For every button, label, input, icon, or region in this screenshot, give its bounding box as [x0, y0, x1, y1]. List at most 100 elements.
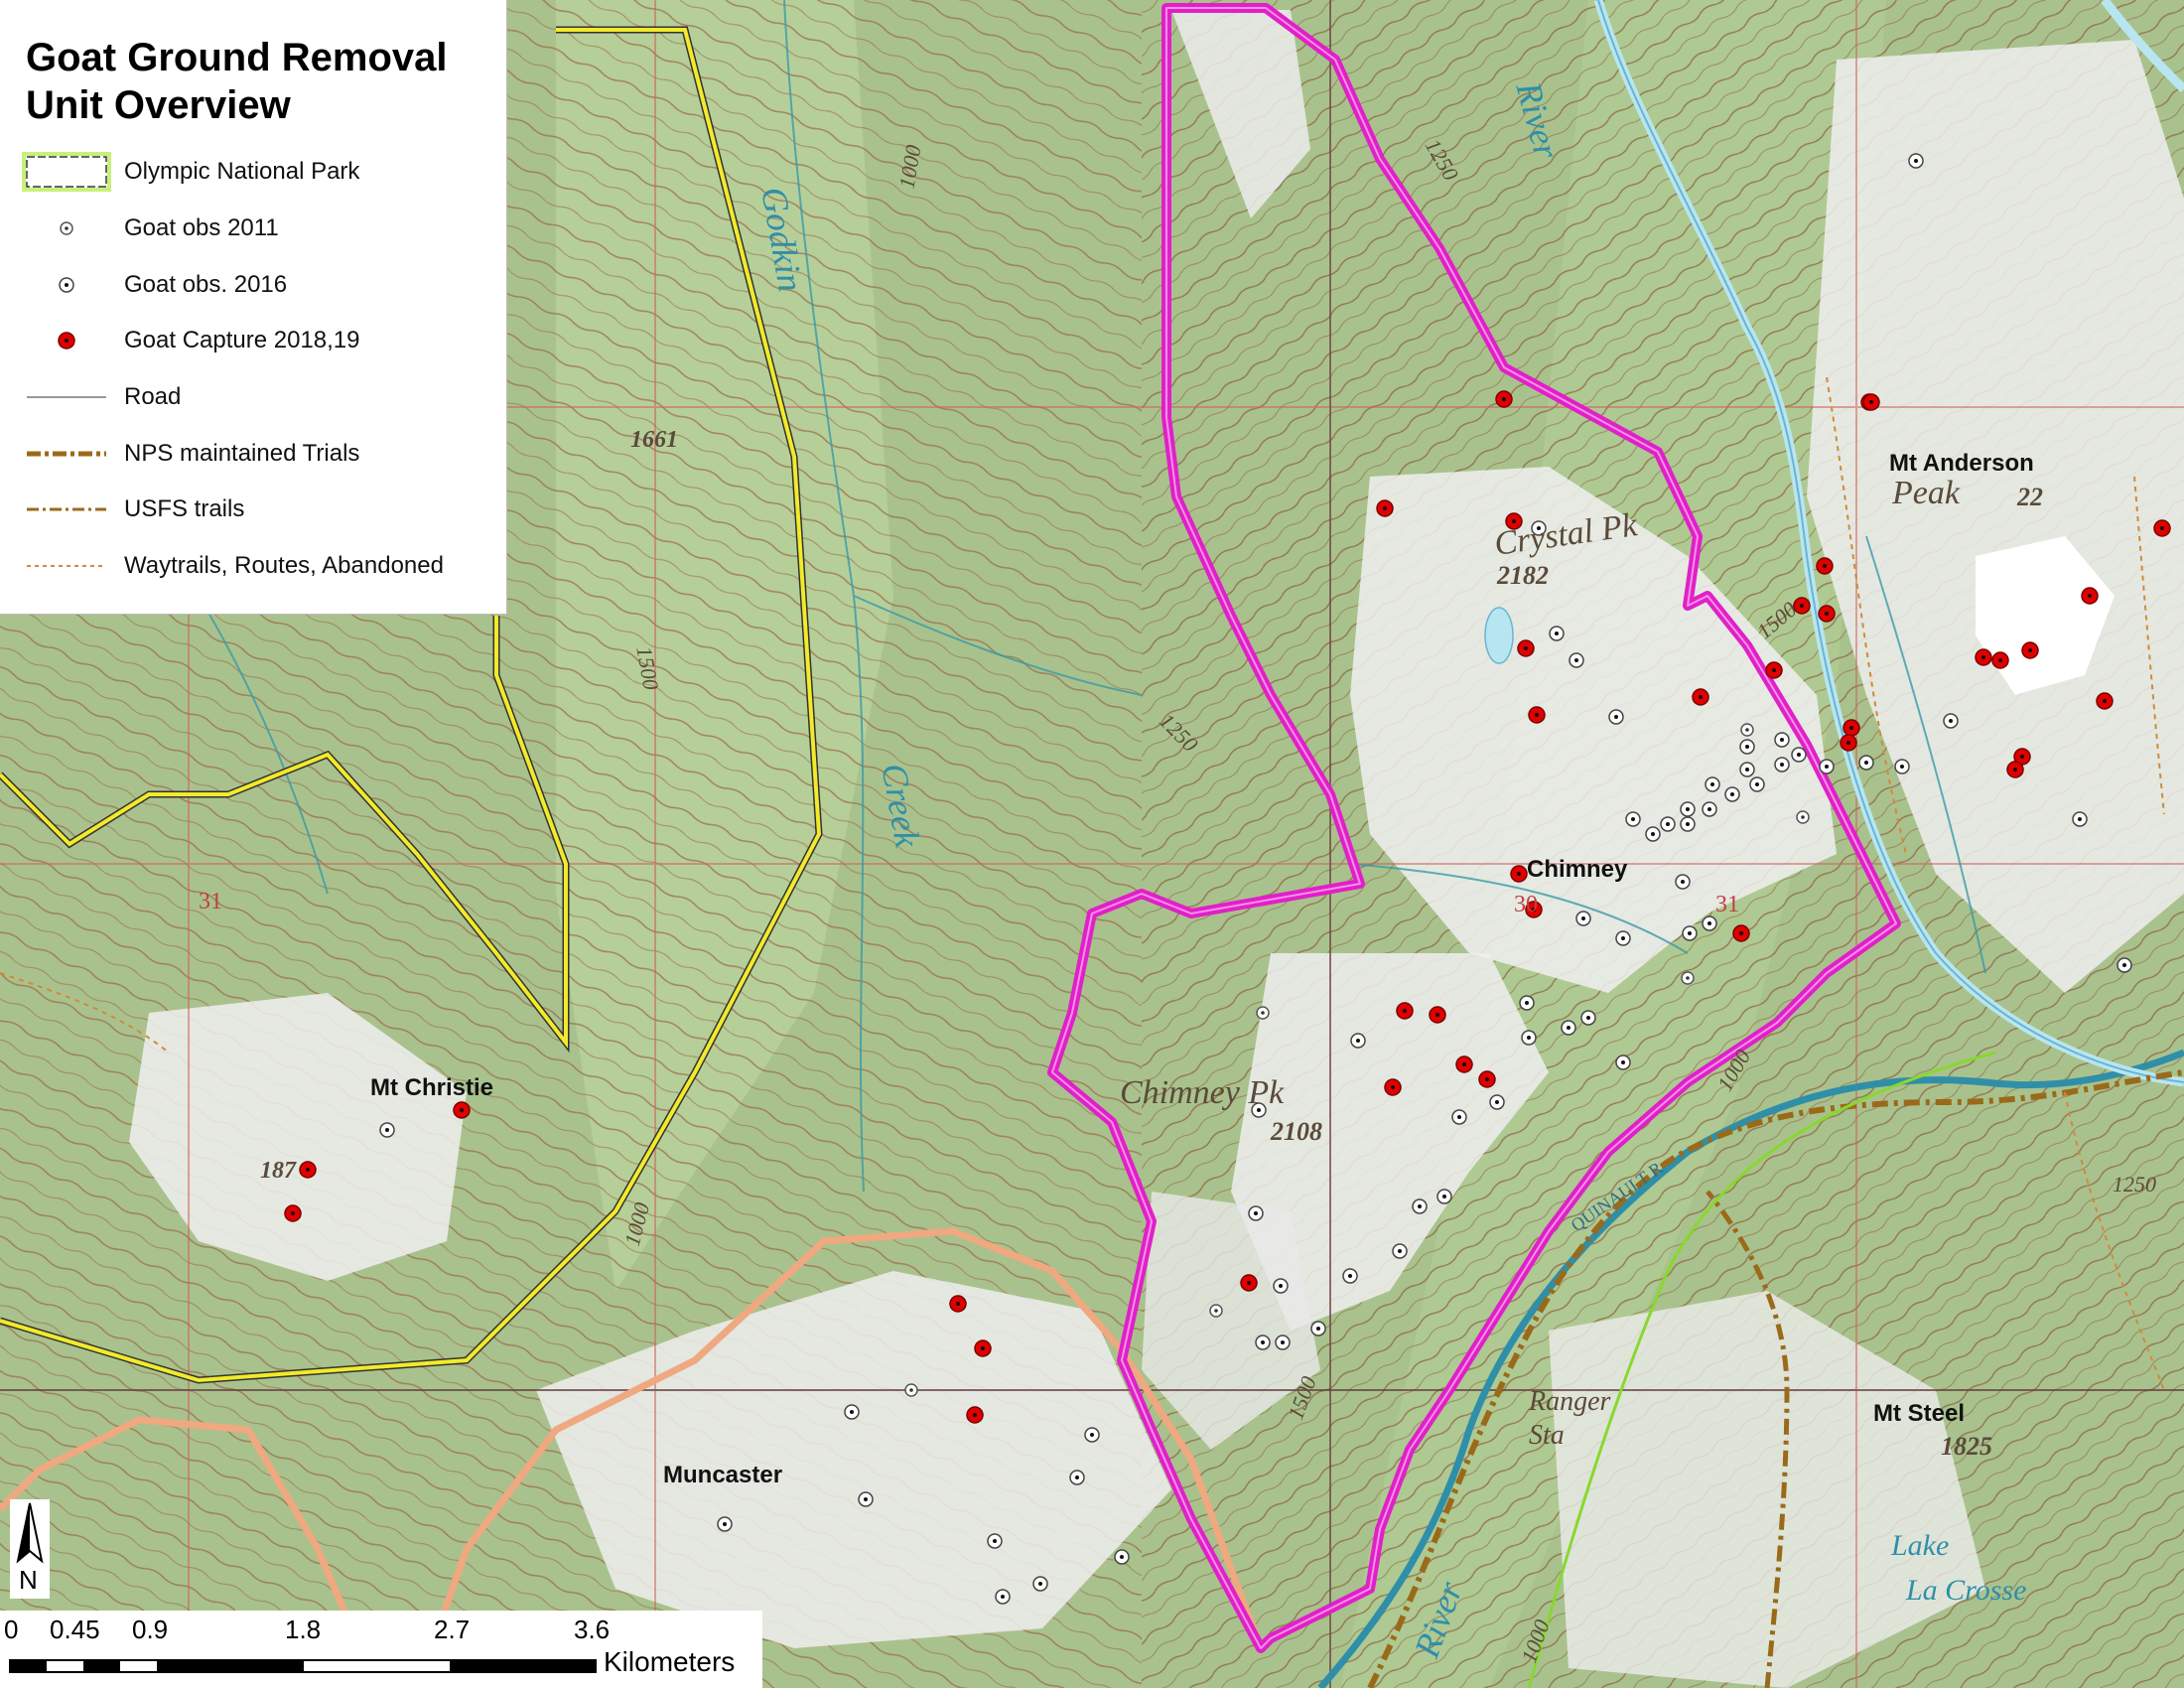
- la-crosse-label: La Crosse: [1906, 1574, 2027, 1607]
- goat-obs-2016-icon: [59, 277, 74, 293]
- goat-capture-icon: [58, 332, 75, 350]
- peak-label: Peak: [1892, 475, 1960, 511]
- goat-capture-point: [1765, 661, 1783, 679]
- goat-obs-2016-point: [1310, 1321, 1326, 1336]
- goat-capture-point: [1732, 924, 1750, 942]
- scale-tick-label: 3.6: [574, 1615, 611, 1644]
- anderson-elev-label: 22: [2017, 483, 2043, 511]
- legend-item-park: Olympic National Park: [0, 152, 506, 192]
- goat-capture-point: [1495, 390, 1513, 408]
- goat-obs-2011-point: [1256, 1006, 1270, 1020]
- goat-obs-2011-point: [904, 1383, 918, 1397]
- goat-obs-2016-point: [1519, 995, 1535, 1011]
- map-legend: Goat Ground Removal Unit Overview Olympi…: [0, 0, 507, 615]
- goat-obs-2016-point: [1615, 930, 1631, 946]
- goat-obs-2016-point: [1580, 1010, 1596, 1026]
- goat-obs-2016-point: [858, 1491, 874, 1507]
- goat-obs-2016-point: [1894, 759, 1910, 774]
- goat-capture-point: [1528, 706, 1546, 724]
- goat-capture-point: [1818, 605, 1836, 623]
- goat-obs-2016-point: [1561, 1020, 1576, 1036]
- legend-label-capture: Goat Capture 2018,19: [124, 327, 360, 353]
- map-title: Goat Ground Removal Unit Overview: [26, 36, 448, 127]
- goat-obs-2016-point: [379, 1122, 395, 1138]
- goat-capture-point: [2006, 761, 2024, 778]
- goat-obs-2016-point: [1032, 1576, 1048, 1592]
- goat-capture-point: [1429, 1006, 1446, 1024]
- legend-label-usfs-trail: USFS trails: [124, 495, 245, 522]
- goat-obs-2016-point: [1489, 1094, 1505, 1110]
- goat-obs-2016-point: [1702, 915, 1717, 931]
- goat-obs-2016-point: [1248, 1205, 1264, 1221]
- goat-obs-2016-point: [1451, 1109, 1467, 1125]
- legend-item-usfs-trail: USFS trails: [0, 490, 506, 529]
- scale-unit-label: Kilometers: [604, 1646, 736, 1677]
- section-30-label: 30: [1514, 892, 1538, 917]
- goat-capture-point: [1862, 393, 1880, 411]
- legend-label-waytrail: Waytrails, Routes, Abandoned: [124, 552, 444, 579]
- goat-obs-2016-point: [1680, 801, 1696, 817]
- goat-capture-point: [1843, 719, 1860, 737]
- goat-obs-2016-point: [717, 1516, 733, 1532]
- goat-obs-2011-point: [1681, 971, 1695, 985]
- goat-obs-2016-point: [1069, 1470, 1085, 1485]
- north-arrow: N: [10, 1499, 50, 1599]
- goat-capture-point: [1840, 734, 1857, 752]
- goat-obs-2016-point: [1392, 1243, 1408, 1259]
- legend-item-nps-trail: NPS maintained Trials: [0, 434, 506, 474]
- goat-obs-2016-point: [844, 1404, 860, 1420]
- chimney-label: Chimney: [1527, 856, 1628, 883]
- mt-steel-label: Mt Steel: [1873, 1400, 1966, 1427]
- goat-obs-2016-point: [1350, 1033, 1366, 1049]
- goat-capture-point: [1376, 499, 1394, 517]
- goat-obs-2016-point: [1275, 1335, 1291, 1350]
- legend-item-obs-2011: Goat obs 2011: [0, 209, 506, 248]
- goat-obs-2016-point: [1625, 811, 1641, 827]
- goat-obs-2016-point: [1943, 713, 1959, 729]
- goat-obs-2016-point: [995, 1589, 1011, 1605]
- legend-item-road: Road: [0, 377, 506, 417]
- goat-capture-point: [1692, 688, 1709, 706]
- goat-obs-2011-point: [1796, 810, 1810, 824]
- goat-obs-2016-point: [1749, 776, 1765, 792]
- scale-tick-label: 0: [4, 1615, 19, 1644]
- christie-elev-label: 187: [260, 1158, 296, 1184]
- goat-obs-2016-point: [1675, 874, 1691, 890]
- goat-capture-point: [1975, 648, 1992, 666]
- goat-obs-2011-point: [1740, 723, 1754, 737]
- goat-capture-point: [1991, 651, 2009, 669]
- goat-obs-2016-point: [1774, 732, 1790, 748]
- goat-capture-point: [1510, 865, 1528, 883]
- goat-capture-point: [453, 1101, 471, 1119]
- goat-capture-point: [1816, 557, 1834, 575]
- park-boundary-icon: [22, 152, 111, 192]
- goat-obs-2016-point: [1791, 747, 1807, 763]
- goat-capture-point: [2081, 587, 2099, 605]
- usfs-trail-icon: [27, 507, 106, 511]
- north-label: N: [19, 1565, 38, 1595]
- goat-obs-2016-point: [2116, 957, 2132, 973]
- goat-obs-2016-point: [1549, 626, 1565, 641]
- legend-item-obs-2016: Goat obs. 2016: [0, 265, 506, 305]
- chimney-elev-label: 2108: [1271, 1117, 1322, 1146]
- legend-label-nps-trail: NPS maintained Trials: [124, 440, 360, 467]
- goat-capture-point: [1455, 1055, 1473, 1073]
- goat-capture-point: [299, 1161, 317, 1179]
- ranger-label: Ranger: [1529, 1386, 1611, 1417]
- goat-obs-2016-point: [1724, 786, 1740, 802]
- goat-obs-2016-point: [1273, 1278, 1289, 1294]
- goat-obs-2016-point: [1682, 925, 1698, 941]
- goat-obs-2016-point: [1569, 652, 1584, 668]
- crystal-elev-label: 2182: [1497, 561, 1549, 590]
- goat-obs-2011-icon: [60, 221, 73, 235]
- goat-capture-point: [966, 1406, 984, 1424]
- legend-label-obs-2011: Goat obs 2011: [124, 214, 279, 241]
- goat-obs-2016-point: [1084, 1427, 1100, 1443]
- goat-obs-2016-point: [1702, 801, 1717, 817]
- scale-bar-graphic: [9, 1659, 597, 1673]
- goat-obs-2016-point: [1521, 1030, 1537, 1046]
- goat-obs-2016-point: [1575, 911, 1591, 926]
- sta-label: Sta: [1529, 1420, 1565, 1451]
- legend-item-waytrail: Waytrails, Routes, Abandoned: [0, 546, 506, 586]
- scale-tick-label: 0.9: [132, 1615, 169, 1644]
